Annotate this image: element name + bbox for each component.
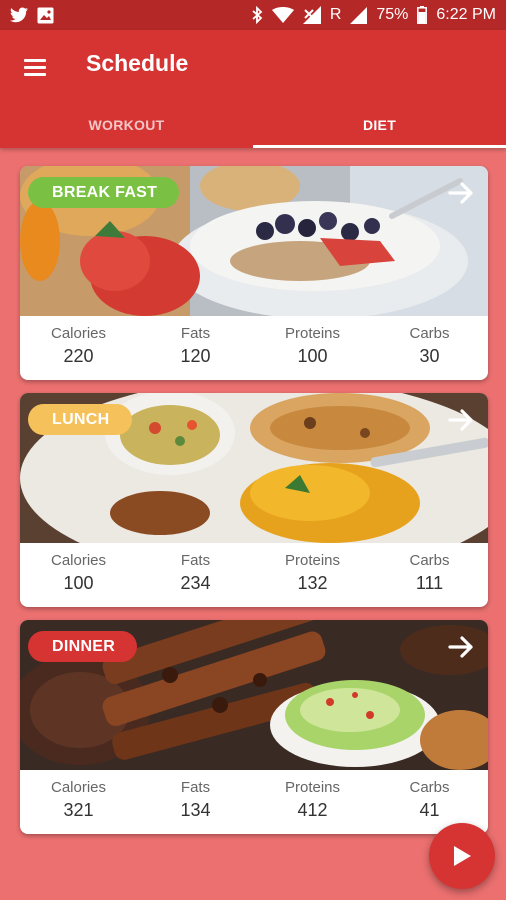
wifi-icon	[271, 7, 294, 23]
lunch-image: LUNCH	[20, 393, 488, 543]
stat-label: Proteins	[284, 552, 341, 569]
breakfast-image: BREAK FAST	[20, 166, 488, 316]
image-icon	[37, 7, 54, 24]
stat-value: 412	[297, 800, 328, 820]
stat-label: Calories	[50, 325, 107, 342]
stat-proteins: Proteins 412	[254, 770, 371, 834]
stat-calories: Calories 100	[20, 543, 137, 607]
stat-fats: Fats 234	[137, 543, 254, 607]
nutrition-stats: Calories 220 Fats 120 Proteins 100 Carbs…	[20, 316, 488, 380]
stat-value: 100	[63, 573, 94, 593]
stat-label: Fats	[180, 779, 211, 796]
app-bar: Schedule WORKOUT DIET	[0, 30, 506, 148]
meal-badge: DINNER	[28, 631, 138, 662]
play-button[interactable]	[429, 823, 495, 889]
stat-calories: Calories 321	[20, 770, 137, 834]
signal-icon	[350, 6, 368, 24]
stat-carbs: Carbs 111	[371, 543, 488, 607]
stat-value: 234	[180, 573, 211, 593]
stat-label: Proteins	[284, 779, 341, 796]
stat-value: 220	[63, 346, 94, 366]
play-icon	[452, 845, 472, 867]
stat-calories: Calories 220	[20, 316, 137, 380]
stat-value: 41	[419, 800, 440, 820]
battery-icon	[417, 6, 428, 24]
stat-value: 132	[297, 573, 328, 593]
stat-value: 30	[419, 346, 440, 366]
stat-label: Calories	[50, 552, 107, 569]
tab-diet[interactable]: DIET	[253, 102, 506, 148]
stat-label: Fats	[180, 552, 211, 569]
roaming-indicator: R	[329, 6, 342, 23]
stat-label: Carbs	[409, 325, 450, 342]
arrow-right-icon[interactable]	[446, 178, 476, 208]
nutrition-stats: Calories 100 Fats 234 Proteins 132 Carbs…	[20, 543, 488, 607]
stat-proteins: Proteins 132	[254, 543, 371, 607]
arrow-right-icon[interactable]	[446, 632, 476, 662]
nutrition-stats: Calories 321 Fats 134 Proteins 412 Carbs…	[20, 770, 488, 834]
hamburger-menu-icon[interactable]	[24, 52, 54, 82]
status-time: 6:22 PM	[436, 6, 496, 23]
stat-carbs: Carbs 30	[371, 316, 488, 380]
no-signal-icon	[302, 6, 321, 24]
stat-value: 111	[415, 573, 444, 593]
dinner-image: DINNER	[20, 620, 488, 770]
stat-label: Fats	[180, 325, 211, 342]
stat-value: 120	[180, 346, 211, 366]
stat-label: Carbs	[409, 552, 450, 569]
tab-bar: WORKOUT DIET	[0, 102, 506, 148]
stat-proteins: Proteins 100	[254, 316, 371, 380]
stat-value: 134	[180, 800, 211, 820]
stat-value: 100	[297, 346, 328, 366]
meal-badge: LUNCH	[28, 404, 132, 435]
stat-value: 321	[63, 800, 94, 820]
meal-badge: BREAK FAST	[28, 177, 180, 208]
stat-label: Proteins	[284, 325, 341, 342]
stat-fats: Fats 120	[137, 316, 254, 380]
status-bar: R 75% 6:22 PM	[0, 0, 506, 30]
meal-card-breakfast[interactable]: BREAK FAST Calories 220 Fats 120 Protein…	[20, 166, 488, 380]
tab-workout[interactable]: WORKOUT	[0, 102, 253, 148]
stat-fats: Fats 134	[137, 770, 254, 834]
bluetooth-icon	[252, 6, 263, 24]
stat-label: Carbs	[409, 779, 450, 796]
meal-card-lunch[interactable]: LUNCH Calories 100 Fats 234 Proteins 132…	[20, 393, 488, 607]
arrow-right-icon[interactable]	[446, 405, 476, 435]
meal-card-dinner[interactable]: DINNER Calories 321 Fats 134 Proteins 41…	[20, 620, 488, 834]
battery-percent: 75%	[376, 6, 409, 23]
page-title: Schedule	[86, 50, 189, 76]
twitter-icon	[10, 7, 28, 23]
stat-label: Calories	[50, 779, 107, 796]
